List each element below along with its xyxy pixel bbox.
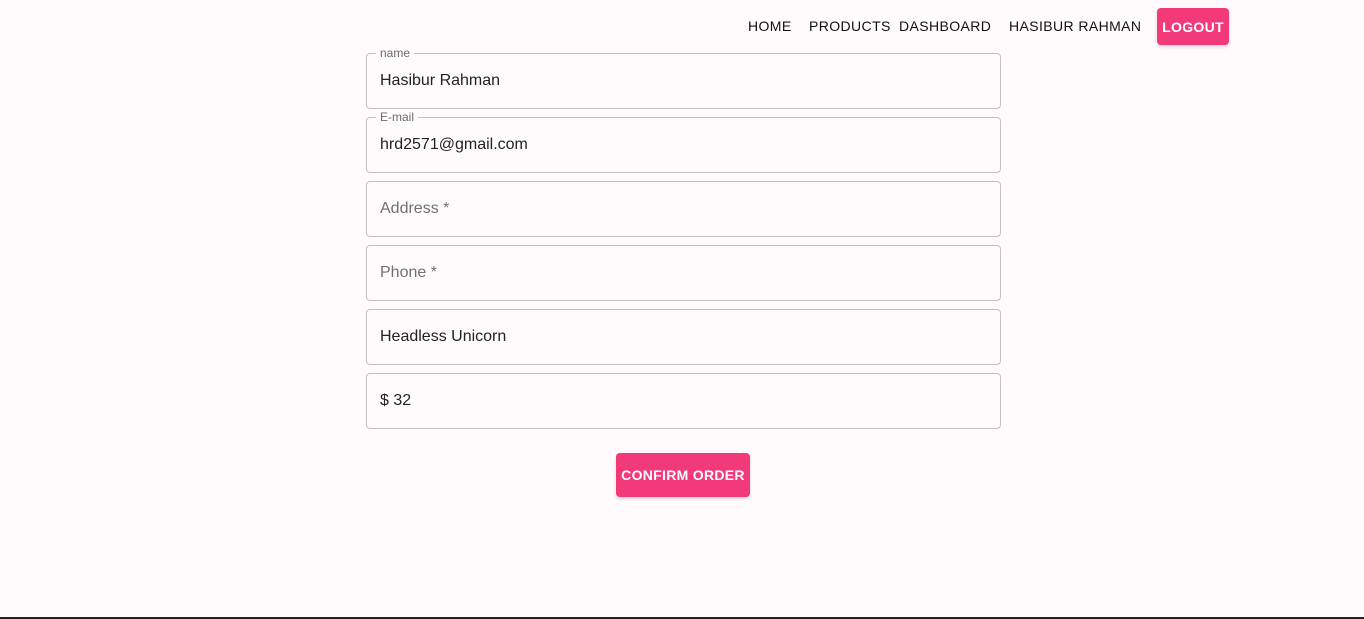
name-field: name — [366, 46, 1001, 109]
product-input[interactable] — [367, 310, 1000, 364]
top-navbar: HOME PRODUCTS DASHBOARD HASIBUR RAHMAN L… — [0, 8, 1364, 45]
name-input[interactable] — [367, 54, 1000, 108]
price-input[interactable] — [367, 374, 1000, 428]
phone-field — [366, 245, 1001, 301]
order-form: name E-mail — [366, 46, 1001, 437]
confirm-order-button[interactable]: CONFIRM ORDER — [616, 453, 750, 497]
confirm-container: CONFIRM ORDER — [616, 453, 750, 497]
address-field — [366, 181, 1001, 237]
logout-button[interactable]: LOGOUT — [1157, 8, 1229, 45]
price-field — [366, 373, 1001, 429]
email-input[interactable] — [367, 118, 1000, 172]
nav-dashboard-link[interactable]: DASHBOARD — [899, 8, 991, 45]
product-field — [366, 309, 1001, 365]
nav-user-name: HASIBUR RAHMAN — [1009, 18, 1142, 34]
email-field: E-mail — [366, 110, 1001, 173]
nav-products-link[interactable]: PRODUCTS — [809, 8, 891, 45]
address-input[interactable] — [367, 182, 1000, 236]
nav-home-link[interactable]: HOME — [748, 8, 792, 45]
phone-input[interactable] — [367, 246, 1000, 300]
